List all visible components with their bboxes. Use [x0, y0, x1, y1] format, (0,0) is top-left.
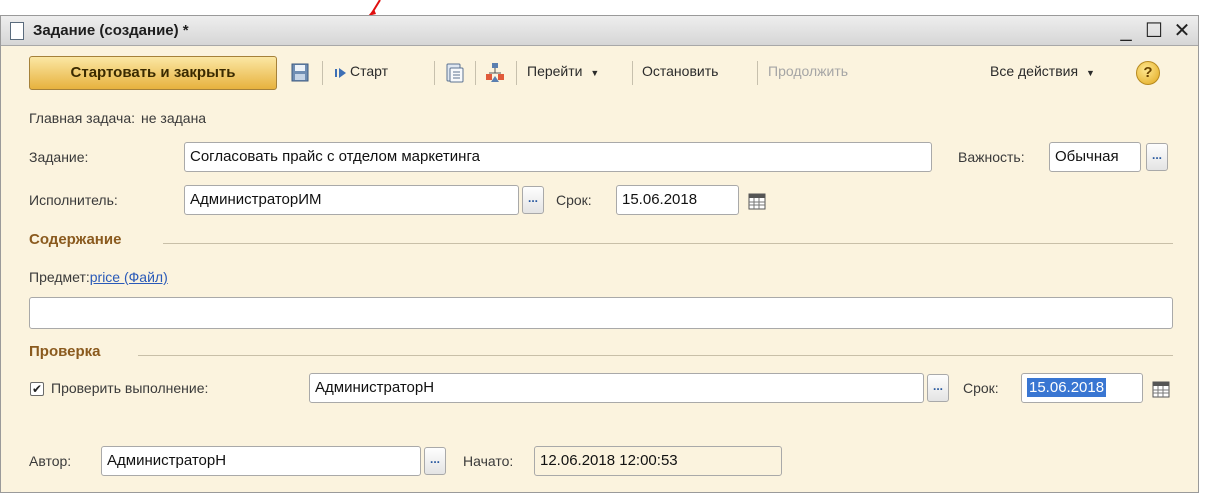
content-text-input[interactable] — [29, 297, 1173, 329]
start-icon — [335, 68, 346, 78]
author-input[interactable]: АдминистраторН — [101, 446, 421, 476]
start-button[interactable]: Старт — [350, 63, 388, 79]
task-input[interactable]: Согласовать прайс с отделом маркетинга — [184, 142, 932, 172]
main-task-value: не задана — [141, 110, 207, 126]
performer-label: Исполнитель: — [29, 192, 118, 208]
performer-select-button[interactable]: ... — [522, 186, 544, 214]
check-execution-label[interactable]: Проверить выполнение: — [51, 380, 208, 396]
subject-label: Предмет: — [29, 269, 90, 285]
toolbar-separator — [632, 61, 633, 85]
title-bar: Задание (создание) * _ ☐ ✕ — [1, 16, 1198, 46]
toolbar-separator — [434, 61, 435, 85]
started-label: Начато: — [463, 453, 514, 469]
checker-input[interactable]: АдминистраторН — [309, 373, 924, 403]
goto-menu[interactable]: Перейти ▼ — [527, 63, 599, 79]
check-section-title: Проверка — [29, 343, 101, 360]
document-icon — [10, 22, 24, 40]
continue-button[interactable]: Продолжить — [768, 63, 848, 79]
check-deadline-input[interactable]: 15.06.2018 — [1021, 373, 1143, 403]
checker-select-button[interactable]: ... — [927, 374, 949, 402]
help-icon[interactable]: ? — [1136, 61, 1160, 85]
performer-input[interactable]: АдминистраторИМ — [184, 185, 519, 215]
start-and-close-button[interactable]: Стартовать и закрыть — [29, 56, 277, 90]
main-task-label: Главная задача: — [29, 110, 135, 126]
author-label: Автор: — [29, 453, 72, 469]
stop-button[interactable]: Остановить — [642, 63, 718, 79]
check-execution-checkbox[interactable]: ✔ — [30, 382, 44, 396]
importance-label: Важность: — [958, 149, 1025, 165]
maximize-button[interactable]: ☐ — [1142, 18, 1166, 44]
flow-icon[interactable] — [485, 62, 505, 84]
deadline-input[interactable]: 15.06.2018 — [616, 185, 739, 215]
check-deadline-value: 15.06.2018 — [1027, 378, 1107, 397]
calendar-icon[interactable] — [1151, 379, 1171, 399]
started-value: 12.06.2018 12:00:53 — [534, 446, 782, 476]
deadline-label: Срок: — [556, 192, 592, 208]
task-window: Задание (создание) * _ ☐ ✕ Стартовать и … — [0, 15, 1199, 493]
subject-link[interactable]: price (Файл) — [90, 269, 168, 285]
goto-label: Перейти — [527, 63, 583, 79]
section-divider — [138, 355, 1173, 356]
all-actions-menu[interactable]: Все действия ▼ — [990, 63, 1095, 79]
toolbar-separator — [322, 61, 323, 85]
close-button[interactable]: ✕ — [1170, 18, 1194, 44]
section-divider — [163, 243, 1173, 244]
content-section-title: Содержание — [29, 231, 122, 248]
toolbar-separator — [757, 61, 758, 85]
save-icon[interactable] — [290, 62, 310, 84]
dropdown-arrow-icon: ▼ — [590, 68, 600, 78]
check-deadline-label: Срок: — [963, 380, 999, 396]
calendar-icon[interactable] — [747, 191, 767, 211]
toolbar-separator — [475, 61, 476, 85]
author-select-button[interactable]: ... — [424, 447, 446, 475]
task-label: Задание: — [29, 149, 89, 165]
toolbar-separator — [516, 61, 517, 85]
window-title: Задание (создание) * — [33, 22, 189, 39]
subject-row: Предмет:price (Файл) — [29, 269, 168, 285]
importance-select-button[interactable]: ... — [1146, 143, 1168, 171]
minimize-button[interactable]: _ — [1114, 18, 1138, 44]
checkmark-icon: ✔ — [31, 382, 43, 396]
dropdown-arrow-icon: ▼ — [1085, 68, 1095, 78]
copy-icon[interactable] — [445, 62, 465, 84]
importance-input[interactable]: Обычная — [1049, 142, 1141, 172]
all-actions-label: Все действия — [990, 63, 1079, 79]
